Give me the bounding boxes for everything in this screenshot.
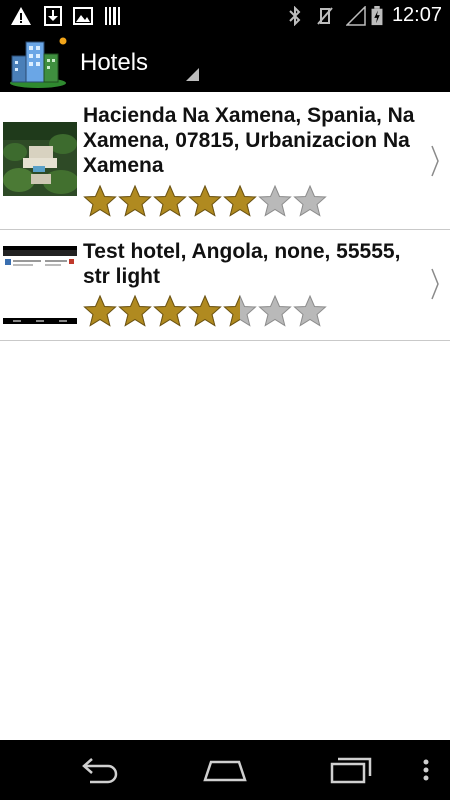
star-empty-icon — [258, 184, 292, 217]
star-empty-icon — [258, 294, 292, 327]
battery-charging-icon — [371, 6, 383, 26]
back-icon[interactable] — [78, 754, 122, 786]
overflow-menu-icon[interactable] — [420, 754, 432, 786]
hotel-buildings-icon[interactable] — [8, 36, 70, 89]
signal-icon — [346, 6, 366, 26]
home-icon[interactable] — [201, 754, 249, 786]
star-rating — [83, 184, 328, 218]
star-filled-icon — [223, 184, 257, 217]
star-filled-icon — [83, 184, 117, 217]
star-filled-icon — [83, 294, 117, 327]
star-filled-icon — [188, 294, 222, 327]
star-filled-icon — [118, 294, 152, 327]
hotel-name: Hacienda Na Xamena, Spania, Na Xamena, 0… — [83, 104, 415, 177]
bluetooth-icon — [289, 6, 301, 26]
hotel-photo-thumbnail — [3, 122, 77, 196]
action-bar: Hotels — [0, 33, 450, 92]
recent-apps-icon[interactable] — [328, 754, 374, 786]
barcode-icon — [105, 7, 120, 25]
hotel-name: Test hotel, Angola, none, 55555, str lig… — [83, 240, 401, 288]
dropdown-indicator-icon[interactable] — [186, 68, 199, 81]
warning-icon — [11, 7, 31, 25]
star-filled-icon — [188, 184, 222, 217]
star-empty-icon — [293, 184, 327, 217]
screenshot-thumbnail — [3, 246, 77, 324]
star-empty-icon — [293, 294, 327, 327]
star-filled-icon — [153, 184, 187, 217]
navigation-bar — [0, 740, 450, 800]
image-icon — [73, 7, 93, 25]
status-bar: 12:07 — [0, 0, 450, 33]
chevron-right-icon[interactable] — [430, 267, 440, 301]
chevron-right-icon[interactable] — [430, 144, 440, 178]
star-rating — [83, 294, 328, 328]
vibrate-muted-icon — [317, 7, 333, 25]
star-filled-icon — [153, 294, 187, 327]
download-icon — [44, 6, 62, 26]
app-title: Hotels — [80, 49, 149, 76]
star-filled-icon — [118, 184, 152, 217]
star-half-icon — [223, 294, 257, 327]
status-time: 12:07 — [391, 4, 442, 26]
